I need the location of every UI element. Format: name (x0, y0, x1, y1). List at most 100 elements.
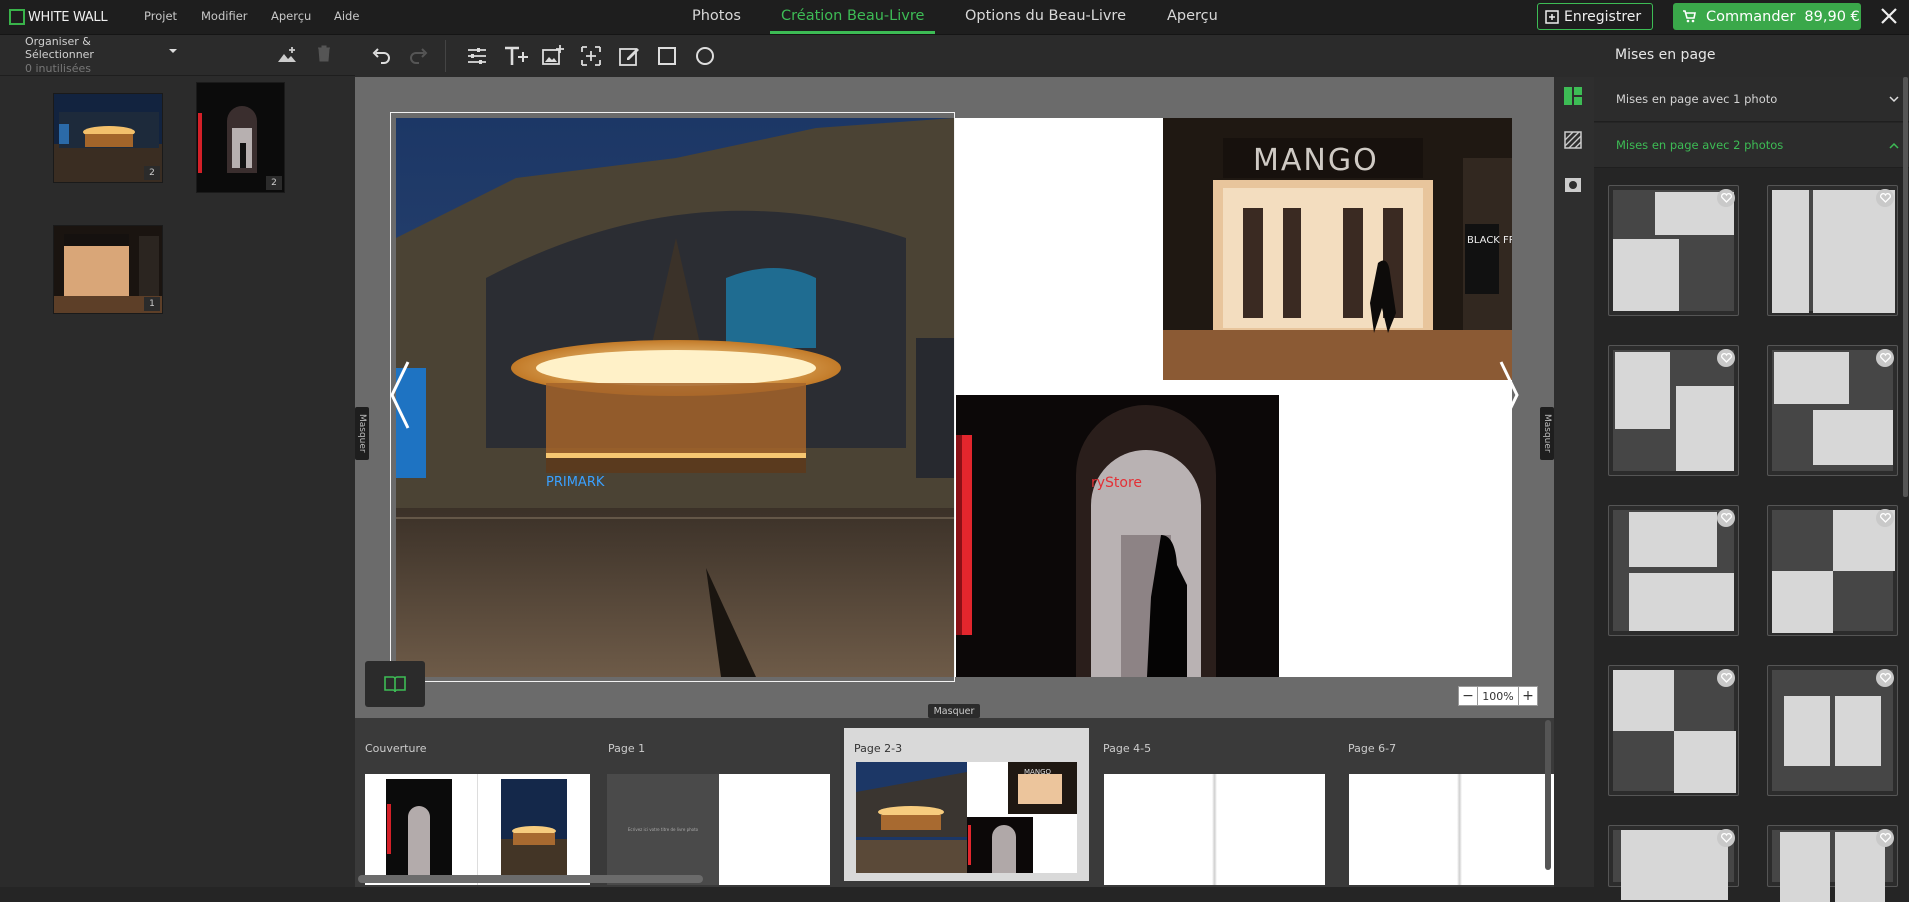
sign-black-friday: BLACK FRIDAY (1467, 235, 1512, 246)
sliders-icon[interactable] (465, 44, 489, 68)
page-label: Page 4-5 (1103, 742, 1152, 755)
background-pattern-icon[interactable] (1564, 131, 1582, 149)
unused-count: 0 inutilisées (25, 62, 91, 75)
photo-mango-store[interactable]: MANGO BLACK FRIDAY (1163, 118, 1512, 380)
photo-thumb-carousel[interactable]: 2 (53, 93, 163, 183)
tab-photos[interactable]: Photos (692, 8, 741, 24)
page-preview (1349, 774, 1559, 885)
layout-option[interactable] (1767, 185, 1898, 316)
layouts-2-photo-header[interactable]: Mises en page avec 2 photos (1594, 123, 1909, 168)
hide-left-panel-tab[interactable]: Masquer (355, 407, 369, 460)
zoom-level: 100% (1478, 686, 1518, 706)
save-button[interactable]: Enregistrer (1537, 3, 1653, 30)
book-view-button[interactable] (365, 661, 425, 707)
undo-icon[interactable] (369, 44, 393, 68)
layout-option[interactable] (1608, 345, 1739, 476)
heart-icon[interactable] (1876, 669, 1894, 687)
layout-option[interactable] (1767, 345, 1898, 476)
hide-page-strip-tab[interactable]: Masquer (928, 704, 980, 718)
save-label: Enregistrer (1564, 8, 1642, 25)
photo-carousel[interactable]: PRIMARK (396, 118, 954, 677)
sign-mango: MANGO (1253, 143, 1379, 178)
photo-usage-badge: 2 (144, 166, 160, 180)
add-text-icon[interactable] (503, 44, 528, 68)
heart-icon[interactable] (1876, 829, 1894, 847)
section-label: Mises en page avec 2 photos (1616, 138, 1784, 152)
page-strip-scrollbar[interactable] (358, 875, 703, 883)
page-preview (1104, 774, 1325, 885)
layout-option[interactable] (1608, 185, 1739, 316)
order-price: 89,90 € (1804, 8, 1860, 25)
book-canvas: PRIMARK MANGO BLACK FRIDAY (355, 77, 1554, 718)
circle-icon[interactable] (693, 44, 717, 68)
hide-right-panel-tab[interactable]: Masquer (1540, 407, 1554, 460)
menu-projet[interactable]: Projet (144, 9, 177, 23)
page-label: Couverture (365, 742, 427, 755)
add-photo-icon[interactable] (277, 46, 297, 64)
sign-primark: PRIMARK (546, 475, 605, 490)
menu-aide[interactable]: Aide (334, 9, 359, 23)
next-page-arrow-icon[interactable] (1497, 360, 1521, 430)
chevron-down-icon[interactable] (168, 48, 178, 54)
page-thumb-page-6-7[interactable]: Page 6-7 (1338, 734, 1559, 885)
heart-icon[interactable] (1717, 829, 1735, 847)
page-thumb-page-2-3[interactable]: Page 2-3 MANGO (844, 728, 1089, 881)
page-thumb-cover[interactable]: Couverture (355, 734, 595, 885)
heart-icon[interactable] (1876, 509, 1894, 527)
page-label: Page 1 (608, 742, 646, 755)
layouts-scrollbar[interactable] (1903, 77, 1908, 497)
edit-frame-icon[interactable] (617, 44, 641, 68)
layout-option[interactable] (1608, 505, 1739, 636)
heart-icon[interactable] (1717, 349, 1735, 367)
title-placeholder-text: Ecrivez ici votre titre de livre photo (627, 827, 699, 832)
photo-thumb-mango[interactable]: 1 (53, 225, 163, 314)
zoom-out-button[interactable]: − (1458, 686, 1478, 706)
redo-icon[interactable] (407, 44, 431, 68)
heart-icon[interactable] (1717, 669, 1735, 687)
top-bar: WHITE WALL Projet Modifier Aperçu Aide P… (0, 0, 1909, 35)
book-icon (384, 676, 406, 693)
svg-text:MANGO: MANGO (1024, 768, 1051, 776)
zoom-control: − 100% + (1458, 686, 1538, 706)
layout-option[interactable] (1608, 665, 1739, 796)
heart-icon[interactable] (1717, 509, 1735, 527)
tab-creation[interactable]: Création Beau-Livre (781, 8, 924, 24)
page-preview (365, 774, 590, 885)
photo-red-arch[interactable]: ryStore (956, 395, 1279, 677)
photo-usage-badge: 1 (144, 297, 160, 311)
page-thumb-page-4-5[interactable]: Page 4-5 (1093, 734, 1333, 885)
menu-apercu[interactable]: Aperçu (271, 9, 311, 23)
add-image-icon[interactable] (541, 44, 565, 68)
layout-option[interactable] (1608, 825, 1739, 900)
layouts-panel: Mises en page Mises en page avec 1 photo… (1554, 35, 1909, 902)
heart-icon[interactable] (1717, 189, 1735, 207)
mask-shape-icon[interactable] (1564, 176, 1582, 194)
menu-modifier[interactable]: Modifier (201, 9, 248, 23)
tab-options[interactable]: Options du Beau-Livre (965, 8, 1126, 24)
square-icon[interactable] (655, 44, 679, 68)
page-preview: Ecrivez ici votre titre de livre photo (607, 774, 830, 885)
order-button[interactable]: Commander 89,90 € (1673, 3, 1861, 30)
photo-panel: Organiser & Sélectionner 0 inutilisées 2… (0, 35, 355, 887)
zoom-in-button[interactable]: + (1518, 686, 1538, 706)
tab-apercu[interactable]: Aperçu (1167, 8, 1218, 24)
heart-icon[interactable] (1876, 349, 1894, 367)
close-icon[interactable] (1877, 4, 1901, 28)
section-label: Mises en page avec 1 photo (1616, 92, 1778, 106)
page-strip-vscroll[interactable] (1545, 720, 1551, 870)
heart-icon[interactable] (1876, 189, 1894, 207)
panel-side-tabs (1554, 77, 1594, 887)
layout-option[interactable] (1767, 665, 1898, 796)
chevron-down-icon (1889, 96, 1899, 103)
layout-option[interactable] (1767, 825, 1898, 902)
layout-option[interactable] (1767, 505, 1898, 636)
add-frame-icon[interactable] (579, 44, 603, 68)
page-label: Page 2-3 (854, 742, 903, 755)
previous-page-arrow-icon[interactable] (388, 360, 412, 430)
layouts-1-photo-header[interactable]: Mises en page avec 1 photo (1594, 77, 1909, 122)
page-thumb-page-1[interactable]: Page 1 Ecrivez ici votre titre de livre … (598, 734, 838, 885)
brand-logo[interactable]: WHITE WALL (9, 7, 119, 27)
photo-thumb-arch[interactable]: 2 (196, 82, 285, 193)
layout-grid-icon[interactable] (1563, 86, 1583, 106)
trash-icon[interactable] (317, 45, 331, 62)
